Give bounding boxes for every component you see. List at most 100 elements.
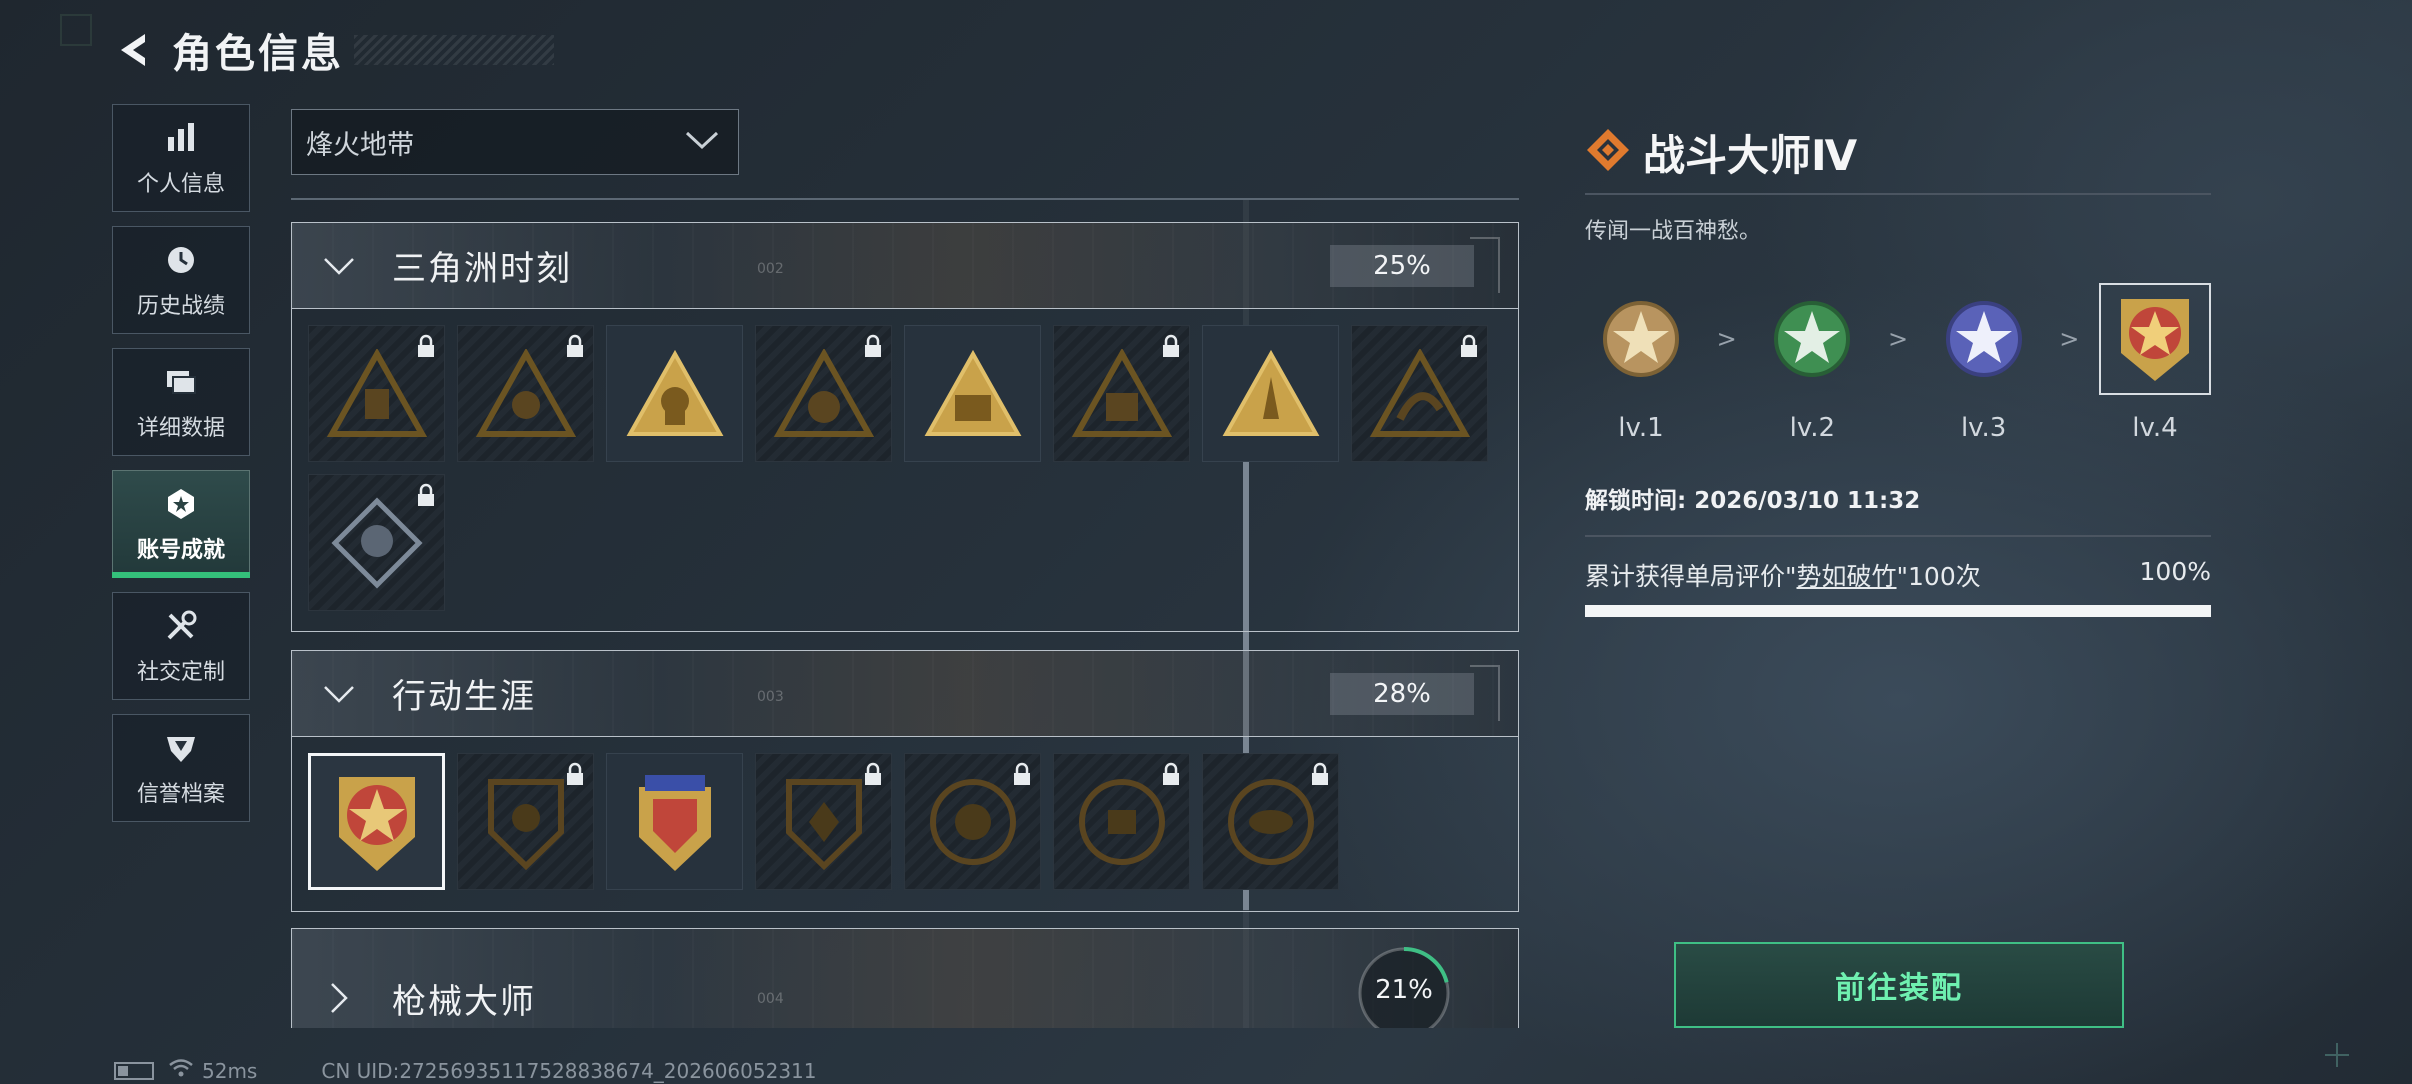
level-label: lv.3 [1960, 413, 2007, 443]
sidebar-item-personal-info[interactable]: 个人信息 [112, 104, 250, 212]
requirement-suffix: "100次 [1896, 562, 1981, 591]
diamond-rank-icon [1585, 127, 1631, 177]
level-badge-icon [1756, 283, 1868, 395]
chevron-down-icon [684, 129, 720, 155]
achievement-badge-icon [161, 484, 201, 524]
divider [1585, 193, 2211, 195]
history-clock-icon [161, 240, 201, 280]
section-header[interactable]: 行动生涯 003 28% [292, 651, 1518, 737]
sidebar-item-history[interactable]: 历史战绩 [112, 226, 250, 334]
achievement-badge[interactable] [1351, 325, 1488, 462]
section-title: 三角洲时刻 [392, 249, 572, 289]
sidebar-item-reputation[interactable]: 信誉档案 [112, 714, 250, 822]
level-label: lv.4 [2132, 413, 2178, 443]
lock-icon [863, 762, 883, 786]
level-item[interactable]: lv.2 [1756, 283, 1868, 443]
chevron-down-icon [316, 671, 362, 717]
requirement-progress-bar [1585, 605, 2211, 617]
achievement-list: 三角洲时刻 002 25% 行动生涯 003 28% 枪械大师 004 21% [291, 198, 1519, 1028]
back-arrow-icon[interactable] [112, 27, 158, 73]
detail-title-row: 战斗大师Ⅳ [1585, 125, 2211, 180]
detail-description: 传闻一战百神愁。 [1585, 219, 1762, 244]
achievement-section: 三角洲时刻 002 25% [291, 222, 1519, 632]
achievement-badge-selected[interactable] [308, 753, 445, 890]
requirement-prefix: 累计获得单局评价" [1585, 562, 1797, 591]
lock-icon [1012, 762, 1032, 786]
lock-icon [416, 483, 436, 507]
tools-icon [161, 606, 201, 646]
requirement-row: 累计获得单局评价"势如破竹"100次 100% [1585, 557, 2211, 593]
achievement-section: 枪械大师 004 21% [291, 928, 1519, 1028]
dropdown-selected-value: 烽火地带 [306, 129, 414, 161]
mode-filter-dropdown[interactable]: 烽火地带 [291, 109, 739, 175]
level-item[interactable]: lv.3 [1928, 283, 2040, 443]
requirement-percent: 100% [2139, 557, 2211, 586]
divider [1585, 535, 2211, 537]
achievement-badge[interactable] [1202, 325, 1339, 462]
badge-grid [292, 737, 1518, 912]
battery-icon [114, 1061, 154, 1080]
sidebar-item-label: 社交定制 [136, 660, 225, 685]
level-label: lv.2 [1789, 413, 1836, 443]
section-number: 003 [757, 689, 784, 705]
requirement-highlight-link[interactable]: 势如破竹 [1797, 562, 1897, 591]
level-badge-icon [2098, 283, 2211, 395]
lock-icon [565, 762, 585, 786]
status-bar: 52ms CN UID:27256935117528838674_2026060… [114, 1058, 817, 1083]
unlock-time: 解锁时间: 2026/03/10 11:32 [1585, 488, 1921, 514]
sidebar-item-label: 个人信息 [136, 172, 225, 197]
achievement-badge[interactable] [606, 325, 743, 462]
section-header[interactable]: 三角洲时刻 002 25% [292, 223, 1518, 309]
achievement-badge[interactable] [904, 753, 1041, 890]
lock-icon [863, 334, 883, 358]
achievement-badge[interactable] [755, 753, 892, 890]
achievement-badge[interactable] [606, 753, 743, 890]
achievement-badge[interactable] [755, 325, 892, 462]
requirement-progress-fill [1585, 605, 2211, 617]
page-header: 角色信息 [112, 24, 554, 77]
section-number: 004 [757, 991, 784, 1007]
section-percent: 25% [1330, 245, 1474, 287]
achievement-badge[interactable] [457, 753, 594, 890]
section-title: 行动生涯 [392, 677, 536, 717]
sidebar: 个人信息 历史战绩 详细数据 账号成就 社交定制 信誉档案 [112, 104, 250, 836]
chevron-down-icon [316, 243, 362, 289]
level-badge-icon [1928, 283, 2040, 395]
level-label: lv.1 [1618, 413, 1664, 443]
go-equip-label: 前往装配 [1835, 971, 1963, 1006]
achievement-badge[interactable] [1053, 325, 1190, 462]
sidebar-item-label: 历史战绩 [136, 294, 225, 319]
level-item[interactable]: lv.1 [1585, 283, 1697, 443]
user-uid: CN UID:27256935117528838674_202606052311 [321, 1058, 817, 1083]
achievement-badge[interactable] [308, 325, 445, 462]
lock-icon [416, 334, 436, 358]
achievement-badge[interactable] [904, 325, 1041, 462]
bar-chart-icon [161, 118, 201, 158]
level-separator: > [1887, 325, 1909, 353]
achievement-badge[interactable] [1202, 753, 1339, 890]
section-title: 枪械大师 [392, 981, 536, 1022]
achievement-badge[interactable] [1053, 753, 1190, 890]
wifi-icon [168, 1058, 194, 1083]
data-folder-icon [161, 362, 201, 402]
level-separator: > [2059, 325, 2080, 353]
requirement-text: 累计获得单局评价"势如破竹"100次 [1585, 557, 1981, 593]
lock-icon [1310, 762, 1330, 786]
go-equip-button[interactable]: 前往装配 [1674, 942, 2124, 1028]
section-header[interactable]: 枪械大师 004 21% [292, 929, 1518, 1028]
reputation-shield-icon [161, 728, 201, 768]
chevron-right-icon [316, 975, 362, 1021]
lock-icon [1161, 334, 1181, 358]
level-item-current[interactable]: lv.4 [2098, 283, 2211, 443]
sidebar-item-detailed-data[interactable]: 详细数据 [112, 348, 250, 456]
lock-icon [1161, 762, 1181, 786]
sidebar-item-achievements[interactable]: 账号成就 [112, 470, 250, 578]
achievement-section: 行动生涯 003 28% [291, 650, 1519, 912]
ping-value: 52ms [202, 1058, 258, 1083]
achievement-badge[interactable] [457, 325, 594, 462]
corner-bracket-decoration [1470, 665, 1500, 721]
achievement-badge[interactable] [308, 474, 445, 611]
level-separator: > [1716, 325, 1737, 353]
sidebar-item-social[interactable]: 社交定制 [112, 592, 250, 700]
badge-grid [292, 309, 1518, 633]
